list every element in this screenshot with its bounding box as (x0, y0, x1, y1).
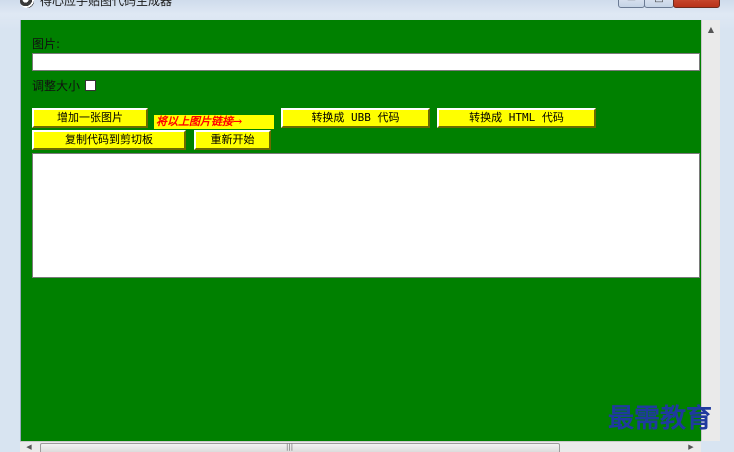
restart-button[interactable]: 重新开始 (194, 130, 271, 150)
window-title: 得心应手贴图代码生成器 (40, 0, 173, 8)
caption-buttons: ▭ □ ✕ (618, 0, 720, 8)
resize-checkbox[interactable] (85, 80, 96, 91)
image-label: 图片: (32, 37, 61, 51)
vertical-scrollbar[interactable]: ▲ (701, 20, 720, 441)
close-icon: ✕ (692, 0, 700, 4)
scroll-left-arrow-icon[interactable]: ◀ (22, 442, 36, 452)
convert-html-button[interactable]: 转换成 HTML 代码 (437, 108, 596, 128)
minimize-icon: ▭ (627, 0, 636, 4)
hint-label: 将以上图片链接→ (154, 115, 274, 129)
image-url-input[interactable] (32, 53, 700, 71)
app-icon[interactable] (20, 0, 34, 8)
code-output-area[interactable] (32, 153, 700, 278)
maximize-icon: □ (654, 0, 663, 4)
minimize-button[interactable]: ▭ (618, 0, 645, 8)
close-button[interactable]: ✕ (673, 0, 720, 8)
convert-ubb-button[interactable]: 转换成 UBB 代码 (281, 108, 430, 128)
title-bar[interactable]: 得心应手贴图代码生成器 ▭ □ ✕ (0, 0, 734, 12)
copy-to-clipboard-button[interactable]: 复制代码到剪切板 (32, 130, 186, 150)
app-window: 得心应手贴图代码生成器 ▭ □ ✕ 图片: 调整大小 增加一张图片 将以上图片链… (0, 0, 734, 452)
scroll-grip-icon: ||| (286, 443, 294, 451)
horizontal-scrollbar[interactable]: ◀ ||| ▶ (20, 441, 701, 452)
scroll-right-arrow-icon[interactable]: ▶ (684, 442, 698, 452)
maximize-button[interactable]: □ (644, 0, 674, 8)
horizontal-scroll-thumb[interactable] (40, 443, 560, 452)
scroll-up-arrow-icon[interactable]: ▲ (702, 22, 720, 38)
watermark-text: 最需教育 (608, 404, 713, 434)
add-image-button[interactable]: 增加一张图片 (32, 108, 148, 128)
resize-label: 调整大小 (32, 79, 81, 93)
